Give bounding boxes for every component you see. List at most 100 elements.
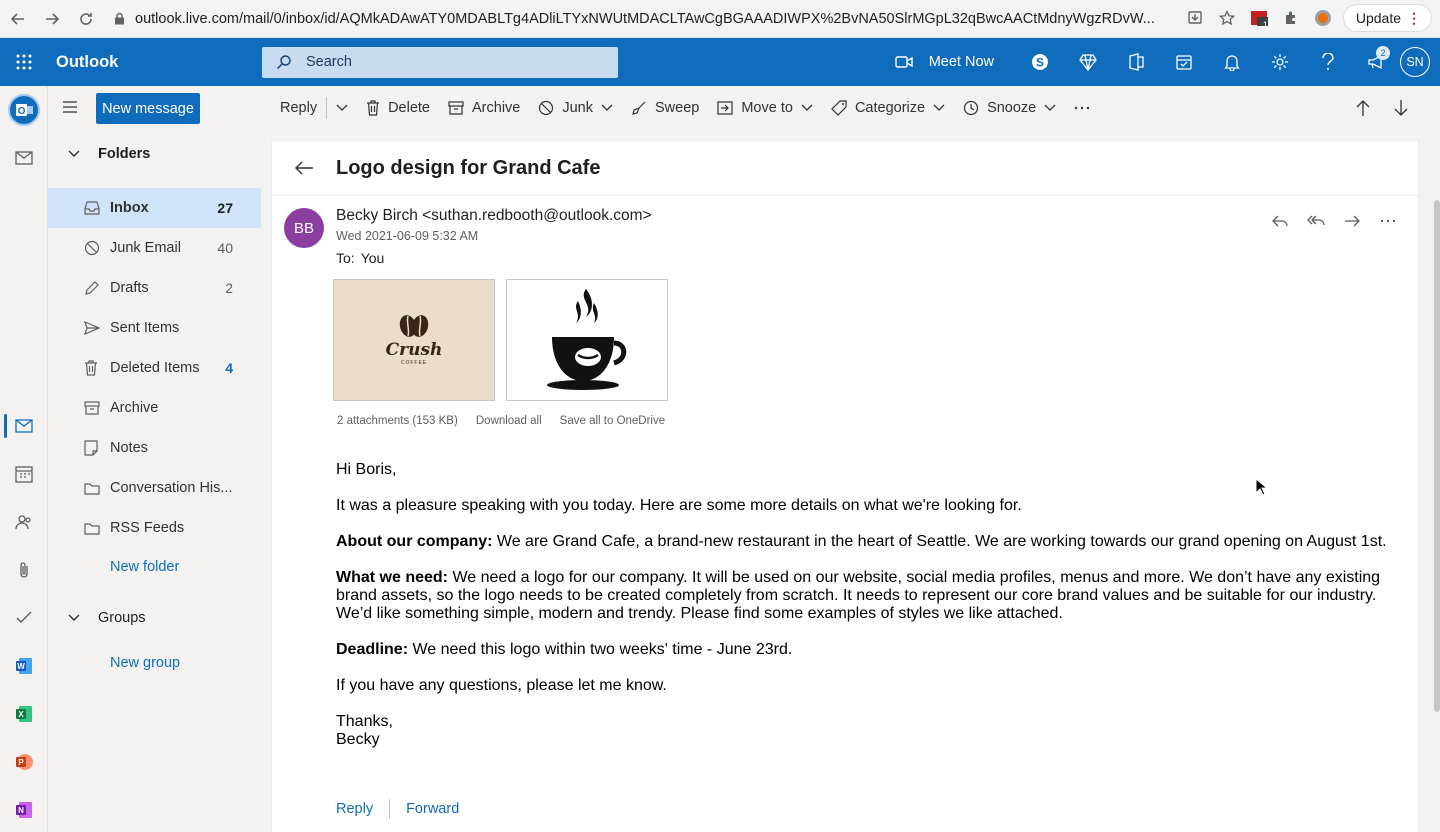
delete-button[interactable]: Delete <box>357 92 439 124</box>
folder-pane: New message Folders Inbox 27 Junk Email … <box>48 86 261 832</box>
bookmark-star-icon[interactable] <box>1215 6 1239 30</box>
folder-sent-items[interactable]: Sent Items <box>48 308 261 348</box>
outlook-logo-icon[interactable]: O <box>0 88 48 132</box>
forward-link[interactable]: Forward <box>406 801 459 817</box>
chevron-down-icon <box>68 614 98 622</box>
folder-junk-email[interactable]: Junk Email 40 <box>48 228 261 268</box>
groups-header[interactable]: Groups <box>48 598 261 638</box>
folder-archive[interactable]: Archive <box>48 388 261 428</box>
onenote-icon[interactable]: N <box>0 790 48 830</box>
skype-icon[interactable]: S <box>1016 38 1064 86</box>
body-paragraph: Deadline: We need this logo within two w… <box>336 641 1396 659</box>
update-button[interactable]: Update ⋮ <box>1342 4 1432 32</box>
folder-rss-feeds[interactable]: RSS Feeds <box>48 508 261 548</box>
extension-calendar-icon[interactable]: 10 <box>1247 6 1273 30</box>
reload-icon[interactable] <box>70 3 102 35</box>
word-icon[interactable]: W <box>0 646 48 686</box>
folder-deleted-items[interactable]: Deleted Items 4 <box>48 348 261 388</box>
categorize-button[interactable]: Categorize <box>822 92 954 124</box>
folders-header[interactable]: Folders <box>48 134 261 174</box>
chevron-down-icon <box>801 104 813 112</box>
reply-all-icon[interactable] <box>1304 209 1328 233</box>
extension-badge: 10 <box>1262 20 1273 30</box>
trash-icon <box>84 360 110 376</box>
snooze-button[interactable]: Snooze <box>954 92 1065 124</box>
folder-drafts[interactable]: Drafts 2 <box>48 268 261 308</box>
sweep-label: Sweep <box>655 100 700 116</box>
mail-icon[interactable] <box>0 406 48 446</box>
send-icon <box>84 321 110 335</box>
sender-avatar[interactable]: BB <box>284 208 324 248</box>
forward-icon[interactable] <box>1340 209 1364 233</box>
reply-options-dropdown[interactable] <box>327 92 357 124</box>
greeting: Hi Boris, <box>336 461 397 478</box>
my-day-icon[interactable] <box>1160 38 1208 86</box>
feedback-megaphone-icon[interactable]: 2 <box>1352 38 1400 86</box>
people-icon[interactable] <box>0 502 48 542</box>
meet-now-button[interactable]: Meet Now <box>895 54 994 70</box>
save-to-onedrive-link[interactable]: Save all to OneDrive <box>560 415 665 427</box>
excel-icon[interactable]: X <box>0 694 48 734</box>
folder-conversation-history[interactable]: Conversation His... <box>48 468 261 508</box>
sender-name[interactable]: Becky Birch <suthan.redbooth@outlook.com… <box>336 207 652 225</box>
attachment-paperclip-icon[interactable] <box>0 550 48 590</box>
more-actions-button[interactable] <box>1065 92 1099 124</box>
attachment-thumbnail-crush-coffee[interactable]: Crush COFFEE <box>333 279 495 401</box>
more-options-icon[interactable] <box>1376 209 1400 233</box>
paragraph-text: We need a logo for our company. It will … <box>336 569 1381 622</box>
paragraph-text: We are Grand Cafe, a brand-new restauran… <box>492 533 1387 550</box>
new-message-button[interactable]: New message <box>96 93 200 124</box>
scrollbar[interactable] <box>1434 200 1440 712</box>
user-avatar[interactable]: SN <box>1400 47 1430 77</box>
hamburger-menu-icon[interactable] <box>62 100 78 114</box>
quick-reply-bar: Reply Forward <box>336 799 459 819</box>
profile-avatar-icon[interactable] <box>1311 6 1335 30</box>
reply-icon[interactable] <box>1268 209 1292 233</box>
to-value[interactable]: You <box>361 250 385 266</box>
kebab-menu-icon: ⋮ <box>1407 9 1421 26</box>
folder-notes[interactable]: Notes <box>48 428 261 468</box>
junk-button[interactable]: Junk <box>529 92 622 124</box>
paragraph-text: We need this logo within two weeks' time… <box>408 641 793 658</box>
recipients: To: You <box>336 250 384 266</box>
pencil-icon <box>84 280 110 296</box>
settings-gear-icon[interactable] <box>1256 38 1304 86</box>
premium-diamond-icon[interactable] <box>1064 38 1112 86</box>
puzzle-extensions-icon[interactable] <box>1279 6 1303 30</box>
help-question-icon[interactable] <box>1304 38 1352 86</box>
back-arrow-icon[interactable] <box>274 160 334 176</box>
previous-message-button[interactable] <box>1344 92 1382 124</box>
archive-icon <box>84 401 110 415</box>
app-title[interactable]: Outlook <box>56 53 262 72</box>
archive-button[interactable]: Archive <box>439 92 529 124</box>
svg-text:O: O <box>18 106 26 117</box>
powerpoint-icon[interactable]: P <box>0 742 48 782</box>
reply-link[interactable]: Reply <box>336 801 373 817</box>
attachment-thumbnail-coffee-cup[interactable] <box>506 279 668 401</box>
back-arrow-icon[interactable] <box>2 3 34 35</box>
sweep-button[interactable]: Sweep <box>622 92 708 124</box>
todo-check-icon[interactable] <box>0 598 48 638</box>
office-apps-icon[interactable] <box>1112 38 1160 86</box>
app-launcher-icon[interactable] <box>0 38 48 86</box>
install-app-icon[interactable] <box>1183 6 1207 30</box>
chevron-down-icon <box>601 104 613 112</box>
move-to-button[interactable]: Move to <box>708 92 822 124</box>
mail-unread-icon[interactable] <box>0 138 48 178</box>
calendar-icon[interactable] <box>0 454 48 494</box>
address-bar[interactable]: outlook.live.com/mail/0/inbox/id/AQMkADA… <box>114 4 1164 34</box>
junk-label: Junk <box>562 100 593 116</box>
reply-button[interactable]: Reply <box>271 92 326 124</box>
new-group-link[interactable]: New group <box>110 655 180 671</box>
download-all-link[interactable]: Download all <box>476 415 542 427</box>
forward-arrow-icon[interactable] <box>36 3 68 35</box>
new-folder-link[interactable]: New folder <box>110 559 179 575</box>
bell-icon[interactable] <box>1208 38 1256 86</box>
arrow-up-icon <box>1356 99 1370 117</box>
mouse-pointer-icon <box>1255 478 1267 496</box>
search-box[interactable]: Search <box>262 46 618 78</box>
folder-inbox[interactable]: Inbox 27 <box>48 188 261 228</box>
svg-text:P: P <box>18 758 24 767</box>
next-message-button[interactable] <box>1382 92 1420 124</box>
move-folder-icon <box>717 101 733 115</box>
